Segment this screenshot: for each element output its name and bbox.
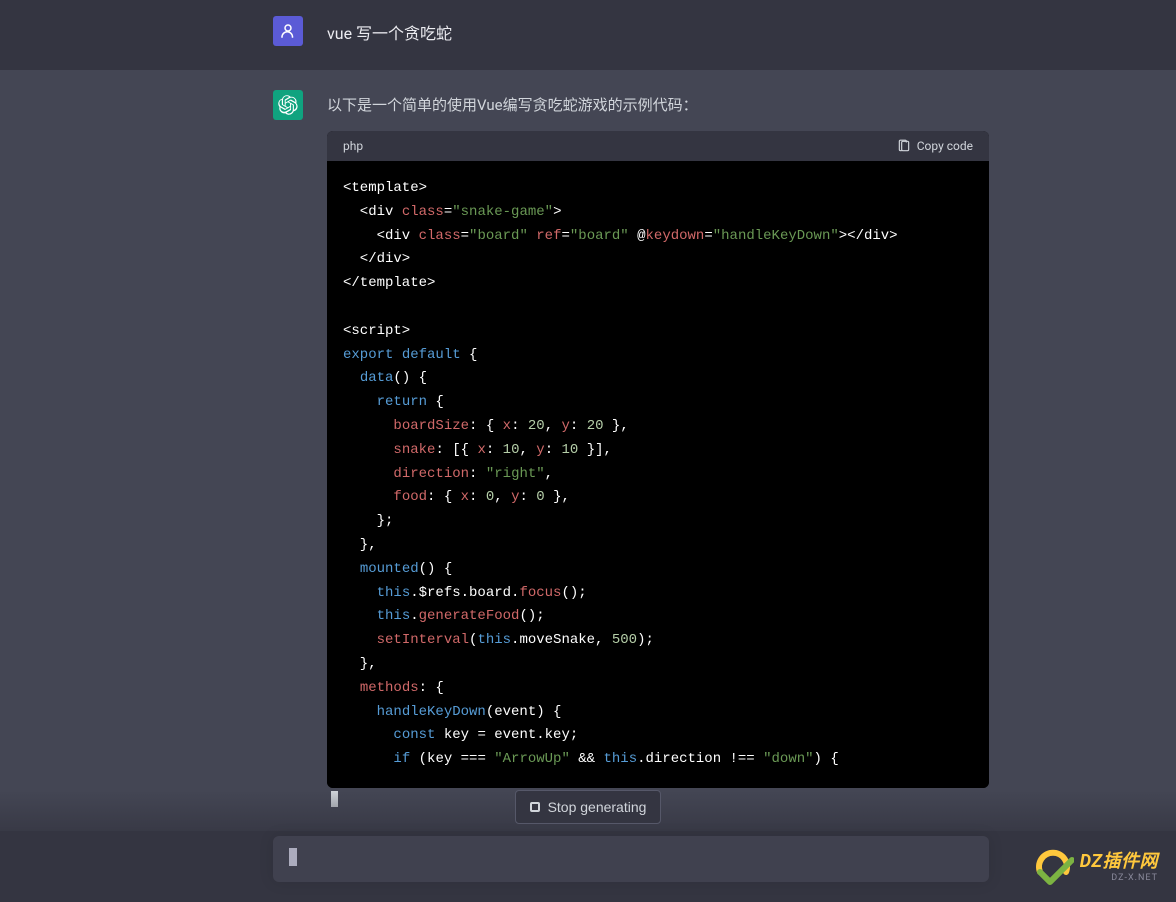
code-header: php Copy code (327, 131, 989, 161)
assistant-message-content: 以下是一个简单的使用Vue编写贪吃蛇游戏的示例代码： php Copy code… (327, 90, 989, 807)
code-line: <div class="board" ref="board" @keydown=… (343, 225, 973, 249)
code-line: </template> (343, 272, 973, 296)
stop-icon (530, 802, 540, 812)
code-line: const key = event.key; (343, 724, 973, 748)
code-line: <div class="snake-game"> (343, 201, 973, 225)
stop-generating-button[interactable]: Stop generating (515, 790, 662, 824)
code-line: methods: { (343, 677, 973, 701)
watermark-main-text: DZ插件网 (1080, 847, 1158, 873)
code-line: direction: "right", (343, 463, 973, 487)
code-line: export default { (343, 344, 973, 368)
assistant-avatar (273, 90, 303, 120)
code-line: return { (343, 391, 973, 415)
person-icon (279, 22, 297, 40)
code-line: data() { (343, 367, 973, 391)
code-line: if (key === "ArrowUp" && this.direction … (343, 748, 973, 772)
code-line: <script> (343, 320, 973, 344)
code-line: snake: [{ x: 10, y: 10 }], (343, 439, 973, 463)
copy-code-button[interactable]: Copy code (897, 139, 973, 153)
message-input[interactable] (273, 836, 989, 882)
watermark-logo-icon (1032, 844, 1074, 886)
input-cursor (289, 848, 297, 866)
code-language-label: php (343, 139, 363, 153)
code-line: }, (343, 534, 973, 558)
code-line: food: { x: 0, y: 0 }, (343, 486, 973, 510)
user-message-text: vue 写一个贪吃蛇 (327, 20, 989, 44)
stop-button-label: Stop generating (548, 799, 647, 815)
code-line: }, (343, 653, 973, 677)
code-line: }; (343, 510, 973, 534)
code-line: boardSize: { x: 20, y: 20 }, (343, 415, 973, 439)
assistant-intro-text: 以下是一个简单的使用Vue编写贪吃蛇游戏的示例代码： (327, 94, 989, 115)
code-block: php Copy code <template> <div class="sna… (327, 131, 989, 788)
code-line: setInterval(this.moveSnake, 500); (343, 629, 973, 653)
openai-icon (278, 95, 298, 115)
code-line: this.generateFood(); (343, 605, 973, 629)
assistant-message-row: 以下是一个简单的使用Vue编写贪吃蛇游戏的示例代码： php Copy code… (0, 70, 1176, 831)
code-content[interactable]: <template> <div class="snake-game"> <div… (327, 161, 989, 788)
user-message-content: vue 写一个贪吃蛇 (327, 16, 989, 46)
user-message-row: vue 写一个贪吃蛇 (0, 0, 1176, 70)
user-avatar (273, 16, 303, 46)
watermark-sub-text: DZ-X.NET (1080, 873, 1158, 883)
code-line: </div> (343, 248, 973, 272)
clipboard-icon (897, 139, 911, 153)
code-line (343, 296, 973, 320)
bottom-controls: Stop generating (0, 790, 1176, 902)
code-line: mounted() { (343, 558, 973, 582)
watermark: DZ插件网 DZ-X.NET (1032, 844, 1158, 886)
code-line: handleKeyDown(event) { (343, 701, 973, 725)
copy-code-label: Copy code (917, 139, 973, 153)
code-line: <template> (343, 177, 973, 201)
code-line: this.$refs.board.focus(); (343, 582, 973, 606)
